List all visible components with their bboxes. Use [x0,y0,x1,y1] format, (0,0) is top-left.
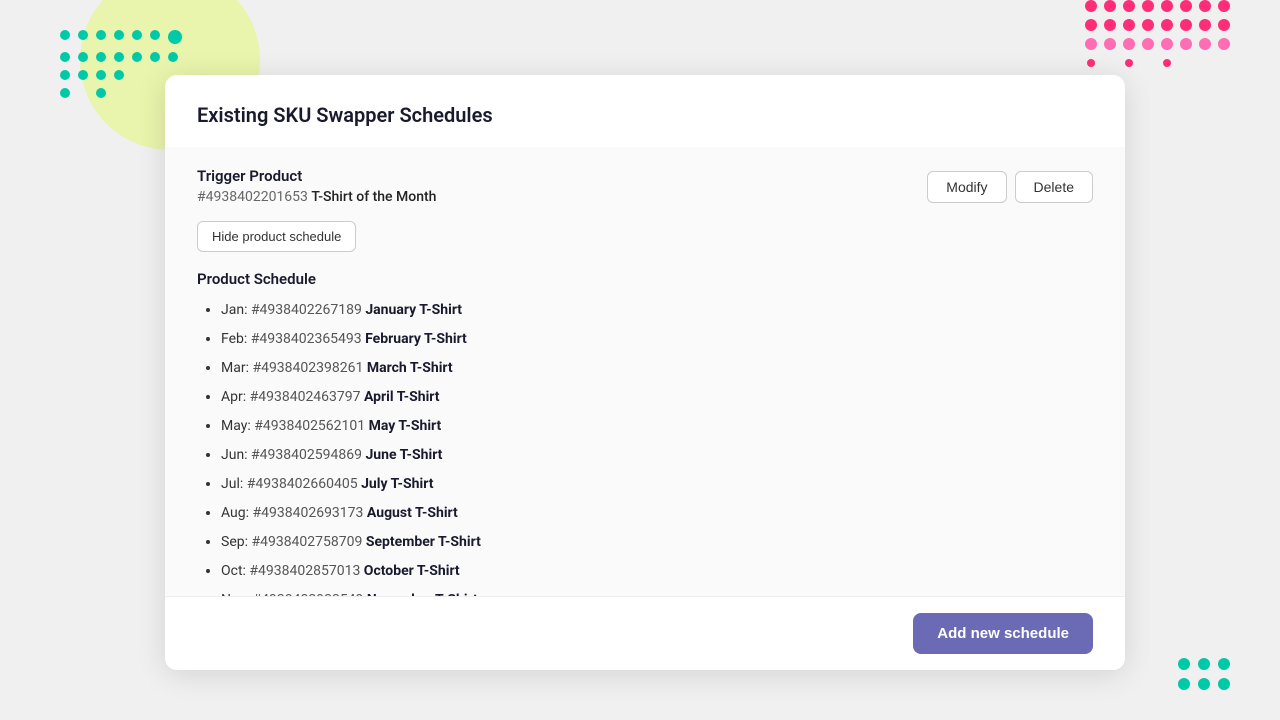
schedule-product-name: September T-Shirt [366,534,481,550]
schedule-list: Jan: #4938402267189 January T-Shirt Feb: … [197,300,1093,596]
schedule-month: Apr: [221,389,250,405]
modal-body: Trigger Product #4938402201653 T-Shirt o… [165,147,1125,596]
schedule-sku: #4938402365493 [251,331,362,347]
schedule-month: Jun: [221,447,251,463]
schedule-sku: #4938402594869 [251,447,362,463]
trigger-product-name: T-Shirt of the Month [311,189,436,205]
schedule-month: Sep: [221,534,251,550]
add-schedule-button[interactable]: Add new schedule [913,613,1093,654]
schedule-item: Sep: #4938402758709 September T-Shirt [221,532,1093,553]
schedule-item: Jan: #4938402267189 January T-Shirt [221,300,1093,321]
modify-button[interactable]: Modify [927,171,1006,203]
schedule-product-name: April T-Shirt [364,389,440,405]
schedule-month: Jul: [221,476,247,492]
schedule-month: Aug: [221,505,253,521]
schedule-item: Oct: #4938402857013 October T-Shirt [221,561,1093,582]
schedule-item: Feb: #4938402365493 February T-Shirt [221,329,1093,350]
modal-footer: Add new schedule [165,596,1125,670]
schedule-product-name: August T-Shirt [367,505,458,521]
schedule-item: Apr: #4938402463797 April T-Shirt [221,387,1093,408]
schedule-sku: #4938402463797 [250,389,361,405]
schedule-sku: #4938402562101 [254,418,365,434]
schedule-sku: #4938402267189 [251,302,362,318]
schedule-product-name: October T-Shirt [364,563,460,579]
schedule-item: Aug: #4938402693173 August T-Shirt [221,503,1093,524]
schedule-item: Jul: #4938402660405 July T-Shirt [221,474,1093,495]
teal-dots-bottomright [1178,658,1230,690]
schedule-product-name: July T-Shirt [361,476,433,492]
schedule-item: May: #4938402562101 May T-Shirt [221,416,1093,437]
schedule-product-name: January T-Shirt [365,302,462,318]
schedule-sku: #4938402398261 [252,360,363,376]
schedule-item: Mar: #4938402398261 March T-Shirt [221,358,1093,379]
schedule-product-name: March T-Shirt [367,360,453,376]
schedule-sku: #4938402857013 [249,563,360,579]
schedule-month: Mar: [221,360,252,376]
schedule-month: Jan: [221,302,251,318]
schedule-product-name: February T-Shirt [365,331,467,347]
trigger-sku: #4938402201653 [197,189,308,205]
teal-dots-topleft [60,30,178,98]
schedule-sku: #4938402693173 [253,505,364,521]
schedule-sku: #4938402758709 [251,534,362,550]
schedule-section-title: Product Schedule [197,270,1093,288]
trigger-section: Trigger Product #4938402201653 T-Shirt o… [197,167,1093,205]
trigger-label: Trigger Product [197,167,436,185]
schedule-product-name: May T-Shirt [369,418,442,434]
main-modal: Existing SKU Swapper Schedules Trigger P… [165,75,1125,670]
modal-title: Existing SKU Swapper Schedules [197,103,1093,127]
delete-button[interactable]: Delete [1015,171,1093,203]
trigger-product: #4938402201653 T-Shirt of the Month [197,189,436,205]
schedule-item: Jun: #4938402594869 June T-Shirt [221,445,1093,466]
schedule-month: May: [221,418,254,434]
schedule-month: Feb: [221,331,251,347]
schedule-sku: #4938402660405 [247,476,358,492]
hide-schedule-button[interactable]: Hide product schedule [197,221,356,252]
pink-dots-topright [1085,0,1230,69]
schedule-product-name: June T-Shirt [365,447,442,463]
modal-header: Existing SKU Swapper Schedules [165,75,1125,147]
schedule-month: Oct: [221,563,249,579]
trigger-info: Trigger Product #4938402201653 T-Shirt o… [197,167,436,205]
trigger-actions: Modify Delete [927,171,1093,203]
